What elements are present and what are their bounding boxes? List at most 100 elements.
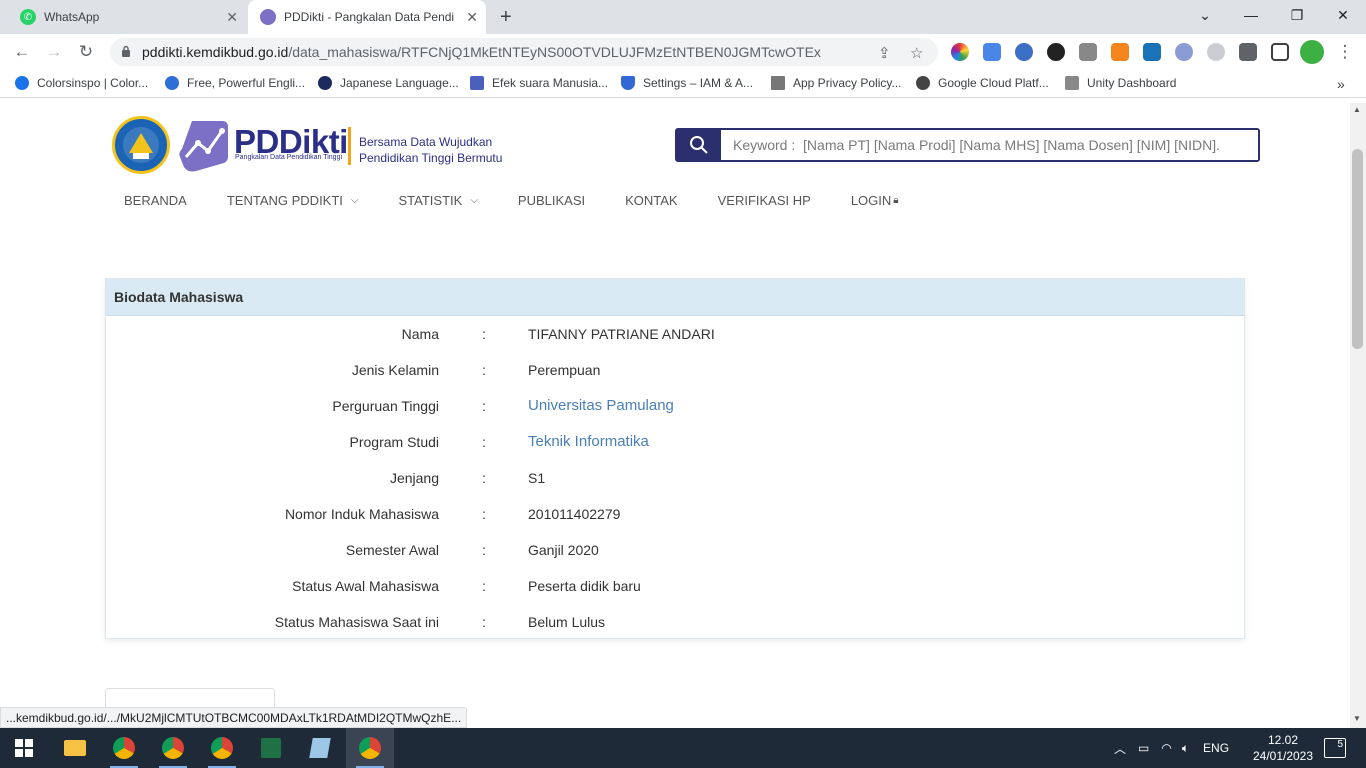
- row-label: Jenjang: [389, 470, 439, 486]
- biodata-row: Perguruan Tinggi : Universitas Pamulang: [106, 388, 1244, 424]
- nav-verifikasi-hp[interactable]: VERIFIKASI HP: [718, 193, 811, 208]
- tab-title: PDDikti - Pangkalan Data Pendidikan Ting…: [284, 10, 454, 24]
- bookmark-label: App Privacy Policy...: [793, 76, 902, 90]
- search-button[interactable]: [677, 130, 721, 160]
- profile-avatar[interactable]: [1300, 40, 1324, 64]
- side-panel-icon[interactable]: [1271, 43, 1289, 61]
- scroll-up-icon[interactable]: ▲: [1353, 105, 1361, 114]
- chevron-up-icon[interactable]: ︿: [1114, 740, 1126, 757]
- chrome-profile-app[interactable]: [198, 728, 246, 768]
- extension-teal-icon[interactable]: [1143, 43, 1161, 61]
- chevron-down-icon: ⌵: [470, 195, 478, 206]
- bookmark-item[interactable]: Japanese Language...: [318, 76, 459, 90]
- nav-login[interactable]: LOGIN 🔒︎: [851, 193, 899, 208]
- bookmark-favicon-icon: [318, 76, 332, 90]
- chrome-active-app[interactable]: [346, 728, 394, 768]
- forward-icon[interactable]: →: [43, 41, 65, 63]
- chrome-icon: [113, 737, 135, 759]
- bookmark-star-icon[interactable]: ☆: [910, 44, 923, 62]
- close-tab-icon[interactable]: ✕: [226, 9, 238, 26]
- bookmark-item[interactable]: Colorsinspo | Color...: [15, 76, 148, 90]
- link-status-bar: ...kemdikbud.go.id/.../MkU2MjlCMTUtOTBCM…: [0, 707, 468, 728]
- tab-whatsapp[interactable]: ✆ WhatsApp ✕: [8, 0, 246, 34]
- search-input[interactable]: [721, 130, 1258, 160]
- extension-gear-icon[interactable]: [1175, 43, 1193, 61]
- extension-translate-icon[interactable]: [983, 43, 1001, 61]
- notepad-app[interactable]: [296, 728, 344, 768]
- chrome-icon: [359, 737, 381, 759]
- more-bookmarks-icon[interactable]: »: [1337, 76, 1345, 92]
- menu-kebab-icon[interactable]: ⋮: [1334, 41, 1356, 63]
- nav-publikasi[interactable]: PUBLIKASI: [518, 193, 585, 208]
- close-tab-icon[interactable]: ✕: [466, 9, 478, 26]
- scroll-thumb[interactable]: [1352, 149, 1363, 349]
- excel-app[interactable]: [247, 728, 295, 768]
- battery-icon[interactable]: ▭: [1138, 741, 1149, 755]
- biodata-row: Semester Awal : Ganjil 2020: [106, 532, 1244, 568]
- extension-tray-icon[interactable]: [1079, 43, 1097, 61]
- chevron-down-icon: ⌵: [350, 195, 359, 206]
- nav-label: STATISTIK: [398, 193, 463, 208]
- extension-metamask-icon[interactable]: [1111, 43, 1129, 61]
- page-scrollbar[interactable]: ▲ ▼: [1350, 103, 1366, 728]
- clock-time: 12.02: [1267, 733, 1299, 747]
- scroll-down-icon[interactable]: ▼: [1353, 714, 1361, 723]
- bookmark-item[interactable]: Unity Dashboard: [1065, 76, 1176, 90]
- whatsapp-icon: ✆: [20, 9, 36, 25]
- row-label: Nomor Induk Mahasiswa: [284, 506, 439, 522]
- new-tab-button[interactable]: +: [500, 6, 512, 29]
- biodata-row: Status Awal Mahasiswa : Peserta didik ba…: [106, 568, 1244, 604]
- reload-icon[interactable]: ↻: [75, 41, 97, 63]
- tab-search-icon[interactable]: ⌄: [1182, 0, 1228, 30]
- minimize-button[interactable]: —: [1228, 0, 1274, 30]
- address-bar[interactable]: pddikti.kemdikbud.go.id/data_mahasiswa/R…: [110, 38, 938, 66]
- bookmark-label: Free, Powerful Engli...: [187, 76, 306, 90]
- biodata-row: Jenis Kelamin : Perempuan: [106, 352, 1244, 388]
- close-window-button[interactable]: ✕: [1320, 0, 1366, 30]
- clock-date: 24/01/2023: [1252, 749, 1314, 763]
- url-host: pddikti.kemdikbud.go.id: [142, 44, 289, 60]
- bookmark-favicon-icon: [165, 76, 179, 90]
- bookmark-item[interactable]: Google Cloud Platf...: [916, 76, 1049, 90]
- clock[interactable]: 12.02 24/01/2023: [1248, 732, 1318, 764]
- extension-blue-icon[interactable]: [1015, 43, 1033, 61]
- wifi-icon[interactable]: ◠: [1161, 741, 1171, 755]
- bookmark-item[interactable]: Free, Powerful Engli...: [165, 76, 305, 90]
- extension-compass-icon[interactable]: [1207, 43, 1225, 61]
- biodata-row: Program Studi : Teknik Informatika: [106, 424, 1244, 460]
- restore-button[interactable]: ❐: [1274, 0, 1320, 30]
- tab-pddikti[interactable]: PDDikti - Pangkalan Data Pendidikan Ting…: [248, 0, 486, 34]
- extension-colorwheel-icon[interactable]: [951, 43, 969, 61]
- chrome-icon: [162, 737, 184, 759]
- file-explorer-app[interactable]: [51, 728, 99, 768]
- document-icon: [771, 76, 785, 90]
- share-icon[interactable]: ⇪: [878, 44, 891, 62]
- nav-beranda[interactable]: BERANDA: [124, 193, 187, 208]
- extensions-puzzle-icon[interactable]: [1239, 43, 1257, 61]
- nav-label: PUBLIKASI: [517, 193, 586, 208]
- perguruan-tinggi-link[interactable]: Universitas Pamulang: [528, 397, 674, 414]
- bookmark-item[interactable]: Settings – IAM & A...: [621, 76, 753, 90]
- row-label: Program Studi: [349, 434, 439, 450]
- language-indicator[interactable]: ENG: [1203, 741, 1229, 755]
- chrome-profile-yt-app[interactable]: [100, 728, 148, 768]
- program-studi-link[interactable]: Teknik Informatika: [528, 433, 649, 450]
- bookmark-favicon-icon: [470, 76, 484, 90]
- main-navigation: BERANDA TENTANG PDDIKTI ⌵ STATISTIK ⌵ PUBL…: [124, 193, 939, 208]
- nav-kontak[interactable]: KONTAK: [625, 193, 678, 208]
- extension-loop-icon[interactable]: [1047, 43, 1065, 61]
- site-logo-subtitle: Pangkalan Data Pendidikan Tinggi: [235, 154, 343, 161]
- bookmark-item[interactable]: App Privacy Policy...: [771, 76, 901, 90]
- nav-tentang-pddikti[interactable]: TENTANG PDDIKTI ⌵: [227, 193, 359, 208]
- back-icon[interactable]: ←: [11, 41, 33, 63]
- bookmark-item[interactable]: Efek suara Manusia...: [470, 76, 608, 90]
- nav-statistik[interactable]: STATISTIK ⌵: [399, 193, 478, 208]
- row-separator: :: [482, 362, 486, 378]
- start-button[interactable]: [0, 728, 48, 768]
- row-value: Peserta didik baru: [528, 578, 641, 594]
- chrome-profile-p-app[interactable]: [149, 728, 197, 768]
- volume-icon[interactable]: 🔈︎: [1182, 741, 1189, 756]
- row-value: 201011402279: [528, 506, 621, 522]
- notification-center-button[interactable]: 5: [1324, 738, 1346, 758]
- row-separator: :: [482, 326, 486, 342]
